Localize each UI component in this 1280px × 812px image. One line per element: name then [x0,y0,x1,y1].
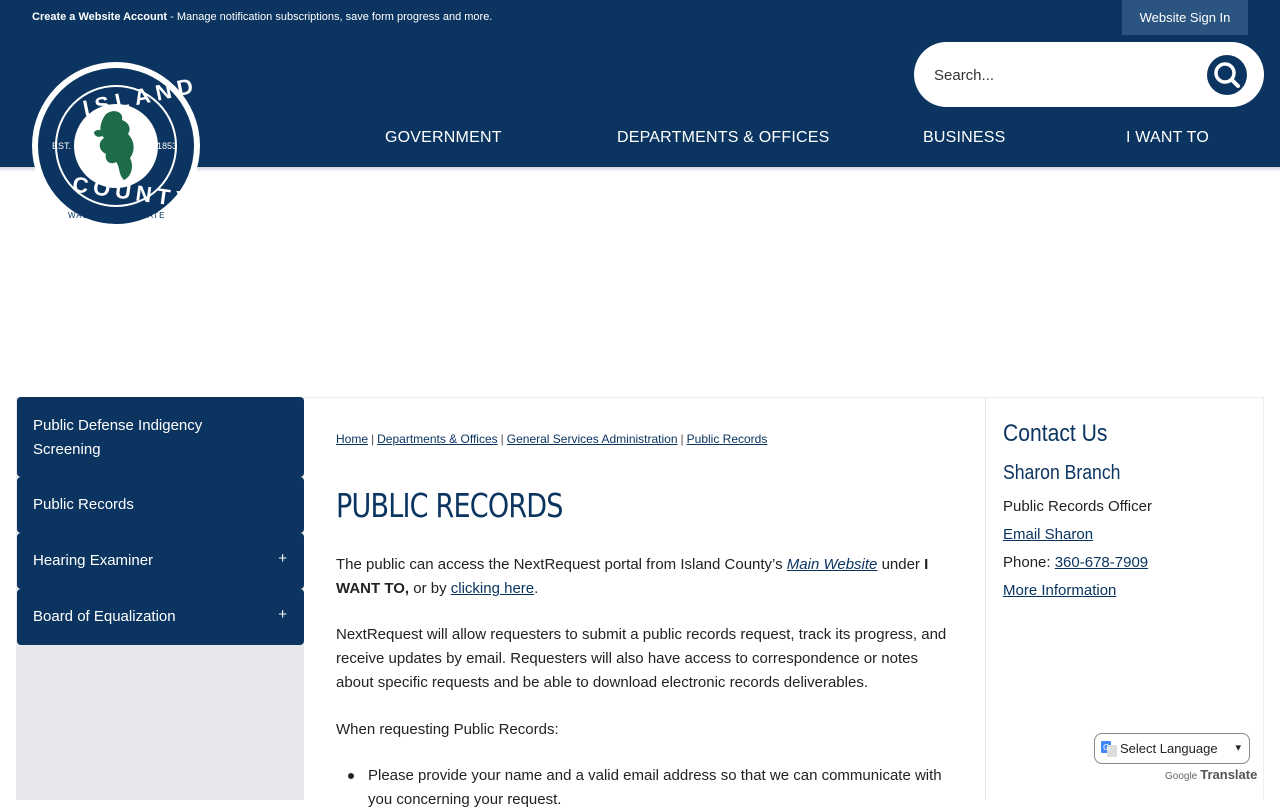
expand-icon[interactable]: + [278,550,287,567]
breadcrumb-separator: | [680,432,684,446]
nav-business[interactable]: BUSINESS [923,129,1006,149]
powered-by-google: Google Translate [1165,767,1257,782]
phone-link[interactable]: 360-678-7909 [1055,554,1148,571]
list-item-text: Please provide your name and a valid ema… [368,767,942,808]
translate-word: Translate [1200,767,1258,782]
sidebar-item-label: Hearing Examiner [33,552,154,569]
contact-role: Public Records Officer [1003,498,1152,515]
top-utility-bar: Create a Website Account - Manage notifi… [0,0,1280,35]
sidebar-nav: Public Defense Indigency Screening Publi… [16,397,304,800]
breadcrumb-home[interactable]: Home [336,432,368,446]
nextrequest-paragraph: NextRequest will allow requesters to sub… [336,626,947,691]
nav-government[interactable]: GOVERNMENT [385,129,502,149]
account-description: - Manage notification subscriptions, sav… [170,11,493,23]
contact-more-row: More Information [1003,582,1116,599]
phone-label: Phone: [1003,554,1051,571]
breadcrumb: Home | Departments & Offices | General Servi… [336,432,767,446]
search-input[interactable] [934,60,1194,90]
sidebar-item-label: Board of Equalization [33,608,176,625]
site-search [914,42,1264,107]
sidebar-item-public-records[interactable]: Public Records [17,477,304,533]
svg-text:G: G [1103,743,1109,752]
contact-heading: Contact Us [1003,420,1108,447]
google-wordmark: Google [1165,771,1198,782]
intro-text: The public can access the NextRequest po… [336,556,783,573]
contact-email-row: Email Sharon [1003,526,1093,543]
breadcrumb-departments-offices[interactable]: Departments & Offices [377,432,498,446]
logo-year-text: 1853 [157,141,178,151]
nav-i-want-to[interactable]: I WANT TO [1126,129,1209,149]
sidebar-item-board-of-equalization[interactable]: Board of Equalization + [17,589,304,645]
search-icon [1214,62,1240,88]
website-sign-in-button[interactable]: Website Sign In [1122,0,1248,35]
bullet-icon [348,773,354,779]
more-information-link[interactable]: More Information [1003,582,1116,599]
sidebar-item-public-defense-indigency-screening[interactable]: Public Defense Indigency Screening [17,397,304,477]
island-county-logo[interactable]: ISLAND EST. 1853 COUNTY WASHINGTON STATE [32,62,201,230]
intro-paragraph: The public can access the NextRequest po… [336,553,956,601]
breadcrumb-separator: | [500,432,504,446]
account-notice: Create a Website Account - Manage notifi… [32,11,492,23]
sidebar-item-label: Public Defense Indigency Screening [33,417,203,458]
language-select-label: Select Language [1120,741,1218,756]
intro-period: . [534,580,539,597]
main-website-link[interactable]: Main Website [787,556,878,573]
breadcrumb-general-services[interactable]: General Services Administration [507,432,678,446]
chevron-down-icon: ▾ [1235,742,1241,754]
language-select[interactable]: G Select Language ▾ [1094,733,1250,764]
contact-name: Sharon Branch [1003,462,1121,484]
nav-departments-offices[interactable]: DEPARTMENTS & OFFICES [617,129,830,149]
email-sharon-link[interactable]: Email Sharon [1003,526,1093,543]
clicking-here-link[interactable]: clicking here [451,580,534,597]
search-button[interactable] [1207,55,1247,95]
logo-sub-text: WASHINGTON STATE [68,211,166,220]
sidebar-item-hearing-examiner[interactable]: Hearing Examiner + [17,533,304,589]
contact-phone-row: Phone: 360-678-7909 [1003,554,1148,571]
requesting-paragraph: When requesting Public Records: [336,721,559,738]
intro-text-3: or by [413,580,447,597]
expand-icon[interactable]: + [278,606,287,623]
intro-text-2: under [881,556,920,573]
page-title: PUBLIC RECORDS [336,486,564,525]
google-translate-icon: G [1101,741,1117,757]
main-content: Home | Departments & Offices | General Servi… [304,397,985,808]
create-account-link[interactable]: Create a Website Account [32,11,167,23]
logo-est-text: EST. [52,141,72,151]
breadcrumb-separator: | [371,432,375,446]
sidebar-item-label: Public Records [33,496,134,513]
breadcrumb-public-records[interactable]: Public Records [687,432,768,446]
